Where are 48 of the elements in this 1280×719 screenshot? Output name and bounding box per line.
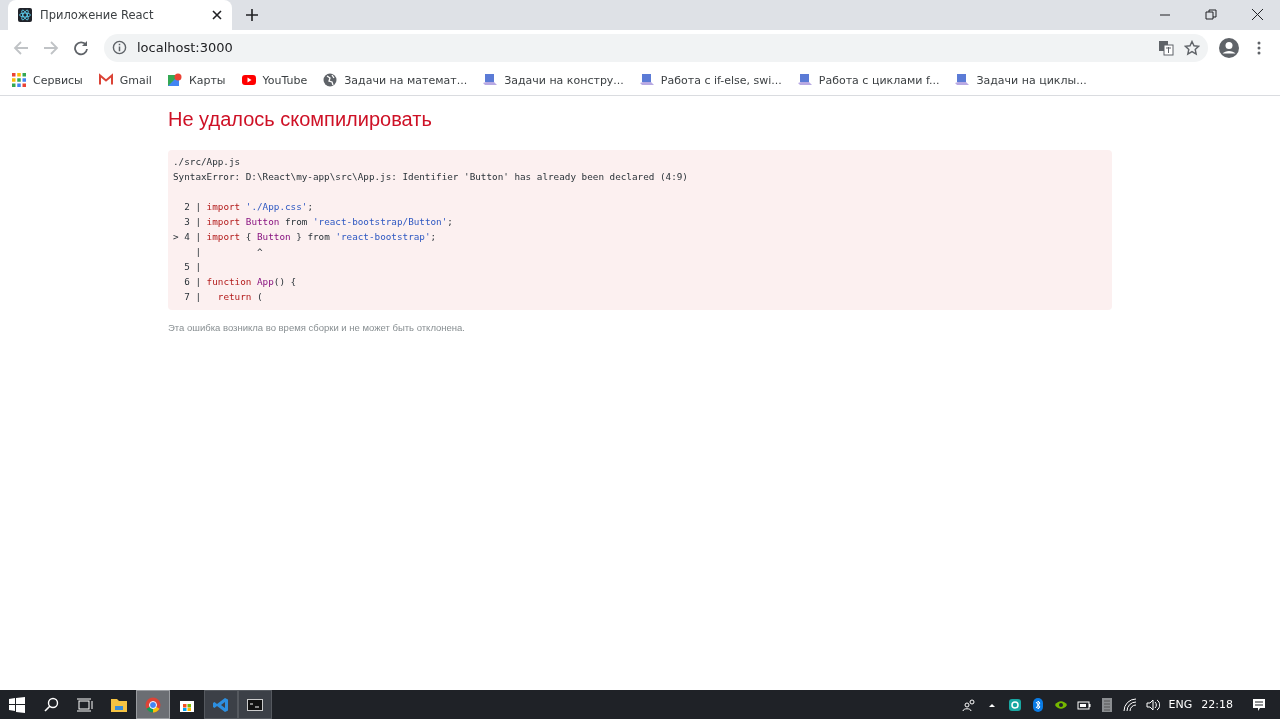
address-bar[interactable]: localhost:3000 [104, 33, 1208, 62]
code-line: 5 | [183, 260, 202, 274]
new-tab-icon[interactable] [246, 9, 258, 21]
code-line: 6 | function App() { [183, 275, 298, 289]
code-line: 7 | return ( [183, 290, 264, 304]
code-line: > 4 | import { Button } from 'react-bootstrap'; [173, 230, 438, 244]
laptop-icon [483, 73, 498, 87]
star-icon[interactable] [1184, 39, 1200, 56]
tab-title: Приложение React [40, 8, 155, 22]
bookmark-link[interactable]: Задачи на математ... [344, 73, 468, 87]
bookmark-link[interactable]: Gmail [119, 73, 152, 87]
shield-icon[interactable] [1007, 697, 1022, 712]
close-icon[interactable] [212, 10, 222, 20]
atom-icon [18, 8, 32, 22]
bookmark-link[interactable]: YouTube [262, 73, 308, 87]
info-icon[interactable] [112, 40, 127, 55]
code-line: 2 | import './App.css'; [183, 200, 314, 214]
bookmark-link[interactable]: Работа с if-else, swi... [660, 73, 782, 87]
bookmark-link[interactable]: Задачи на констру... [504, 73, 624, 87]
error-message: SyntaxError: D:\React\my-app\src\App.js: Identifier 'Button' has already been declared (4:9) [173, 170, 689, 184]
terminal-icon[interactable] [238, 690, 272, 719]
map-pin-icon [167, 73, 182, 87]
bookmark-link[interactable]: Задачи на циклы... [976, 73, 1087, 87]
bookmark-link[interactable]: Карты [188, 73, 226, 87]
apps-grid-icon [12, 73, 26, 87]
notification-icon[interactable] [1252, 697, 1266, 712]
error-message: ./src/App.js [173, 155, 242, 169]
language-indicator[interactable]: ENG [1168, 698, 1193, 711]
error-title: Не удалось скомпилировать [168, 107, 433, 132]
bookmark-link[interactable]: Сервисы [33, 73, 83, 87]
browser-tab[interactable]: Приложение React [8, 0, 232, 30]
speaker-icon[interactable] [1145, 697, 1160, 712]
people-icon[interactable] [961, 697, 976, 712]
code-line: 3 | import Button from 'react-bootstrap/Button'; [183, 215, 454, 229]
code-line: | ^ [194, 245, 264, 259]
bluetooth-icon[interactable] [1030, 697, 1045, 712]
globe-icon [323, 73, 338, 87]
mail-icon [98, 73, 113, 87]
bookmark-link[interactable]: Работа с циклами f... [818, 73, 940, 87]
clock[interactable]: 22:18 [1201, 698, 1233, 711]
laptop-icon [955, 73, 970, 87]
play-icon [241, 73, 256, 87]
error-note: Эта ошибка возникла во время сборки и не может быть отклонена. [168, 322, 466, 333]
wifi-icon[interactable] [1122, 697, 1137, 712]
translate-icon[interactable] [1158, 39, 1174, 56]
laptop-icon [797, 73, 812, 87]
document-icon[interactable] [1099, 697, 1114, 712]
laptop-icon [639, 73, 654, 87]
